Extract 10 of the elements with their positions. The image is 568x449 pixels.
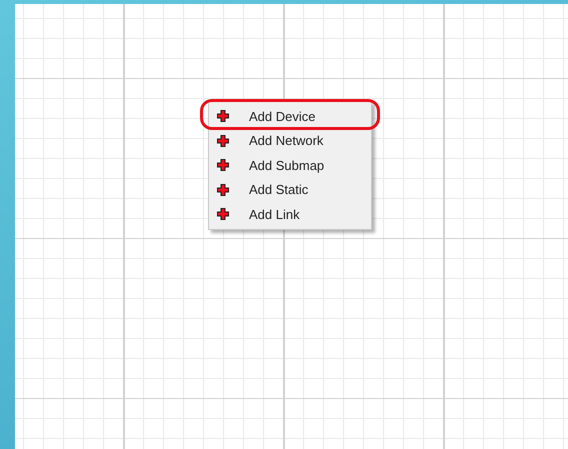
plus-icon <box>217 159 229 172</box>
menu-item[interactable]: Add Static <box>209 178 371 202</box>
menu-item[interactable]: Add Network <box>209 128 371 153</box>
menu-item[interactable]: Add Device <box>209 104 371 128</box>
plus-icon <box>217 184 229 196</box>
menu-item[interactable]: Add Submap <box>209 153 371 178</box>
plus-icon <box>217 134 229 147</box>
plus-icon <box>217 110 229 122</box>
menu-item[interactable]: Add Link <box>209 202 371 226</box>
plus-icon <box>217 208 229 220</box>
